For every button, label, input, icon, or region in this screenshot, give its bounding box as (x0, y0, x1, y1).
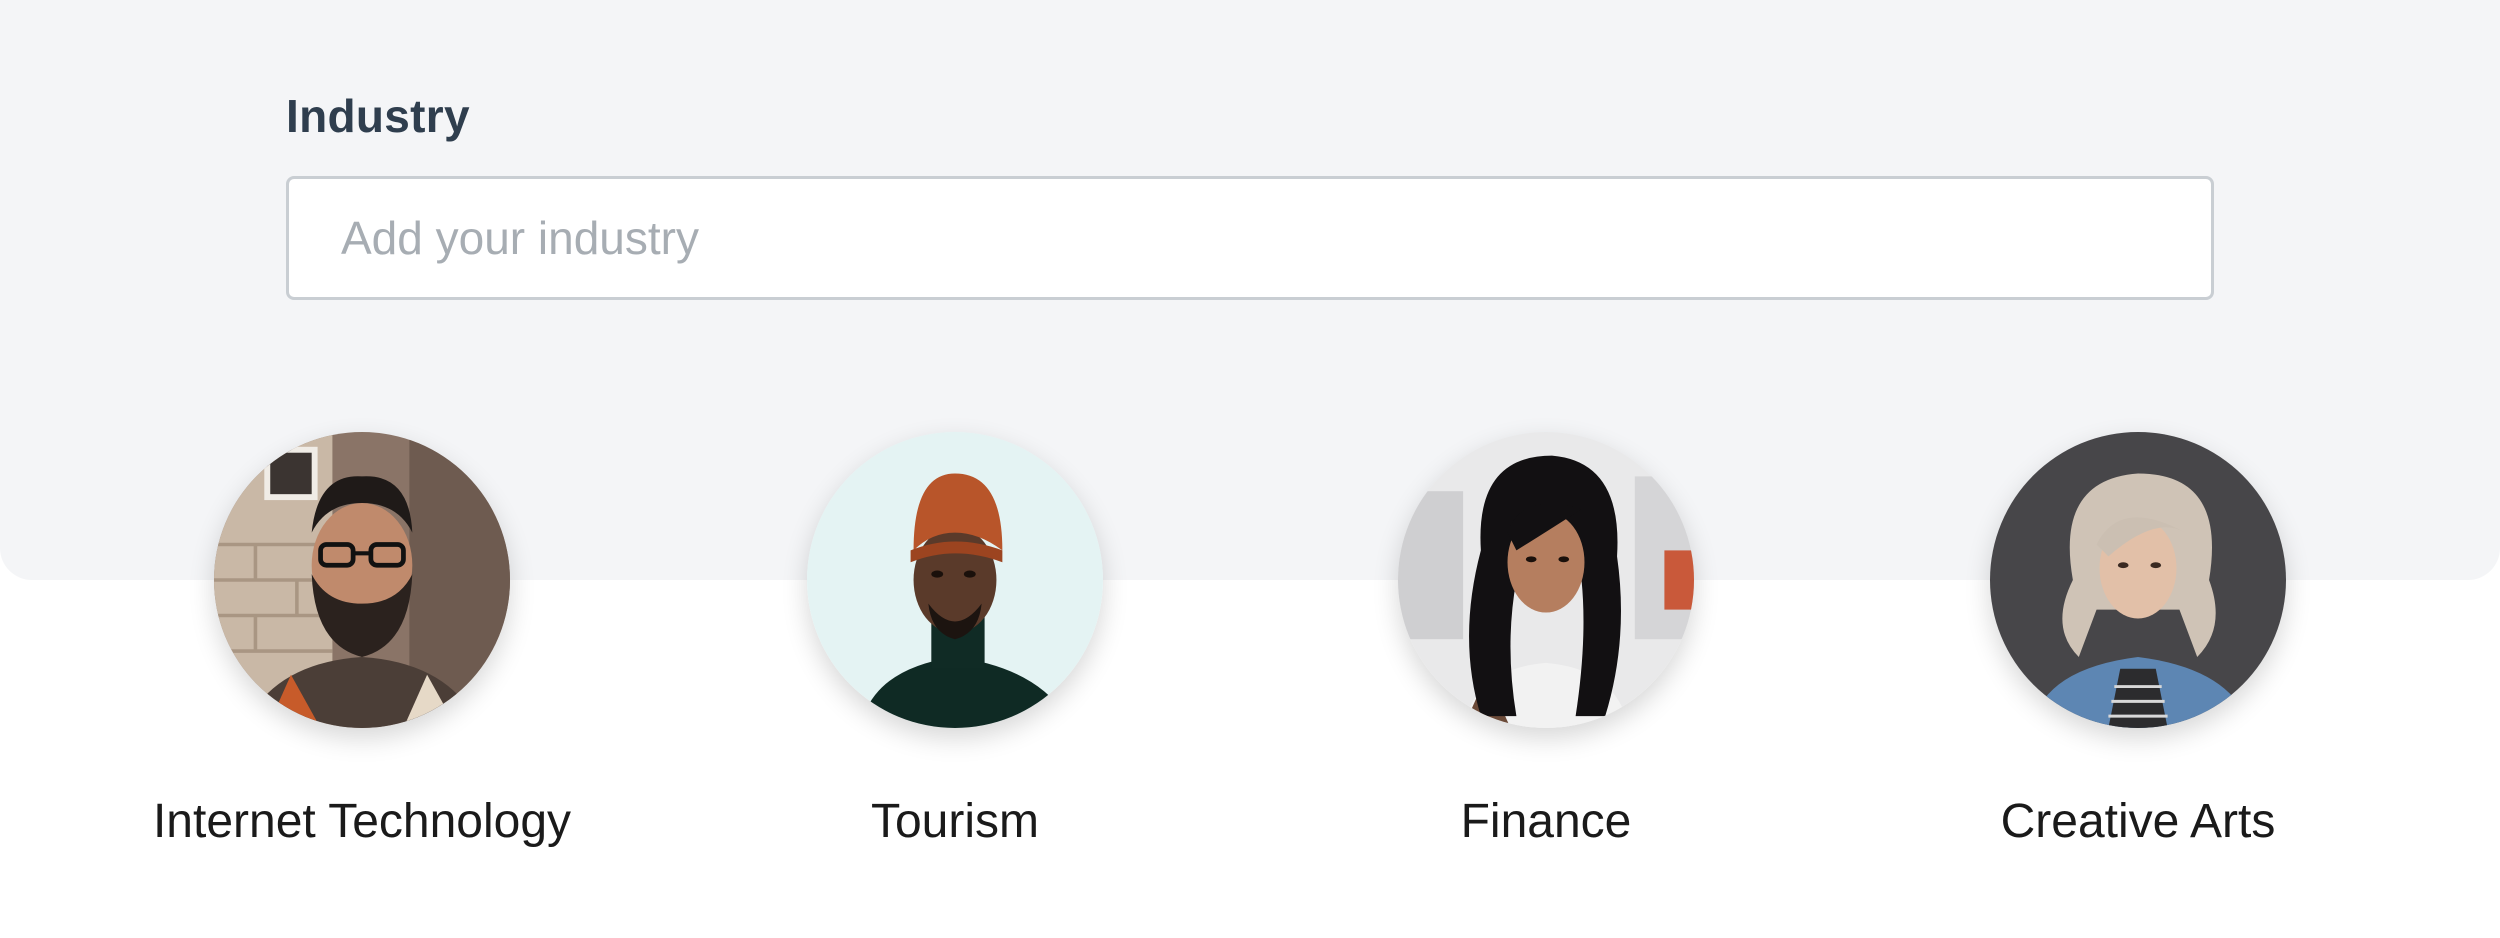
industry-options: Internet Technology Tourism Finance Crea… (0, 430, 2500, 890)
industry-label: Industry (286, 90, 470, 142)
industry-option-internet-technology[interactable]: Internet Technology (62, 430, 662, 852)
industry-option-label: Tourism (870, 795, 1040, 848)
industry-option-creative-arts[interactable]: Creative Arts (1838, 430, 2438, 852)
woman-dark-hair-photo (1398, 432, 1694, 728)
avatar-tourism (807, 432, 1103, 728)
man-beanie-photo (807, 432, 1103, 728)
bearded-man-photo (214, 432, 510, 728)
avatar-creative-arts (1990, 432, 2286, 728)
industry-selector-page: Industry Add your industry Internet Tech… (0, 0, 2500, 938)
avatar-internet-technology (214, 432, 510, 728)
industry-option-label: Internet Technology (152, 795, 572, 848)
industry-option-label: Creative Arts (2000, 795, 2276, 848)
industry-option-label: Finance (1460, 795, 1632, 848)
avatar-finance (1398, 432, 1694, 728)
woman-blonde-photo (1990, 432, 2286, 728)
industry-input[interactable] (286, 176, 2214, 300)
industry-option-finance[interactable]: Finance (1246, 430, 1846, 852)
industry-option-tourism[interactable]: Tourism (655, 430, 1255, 852)
